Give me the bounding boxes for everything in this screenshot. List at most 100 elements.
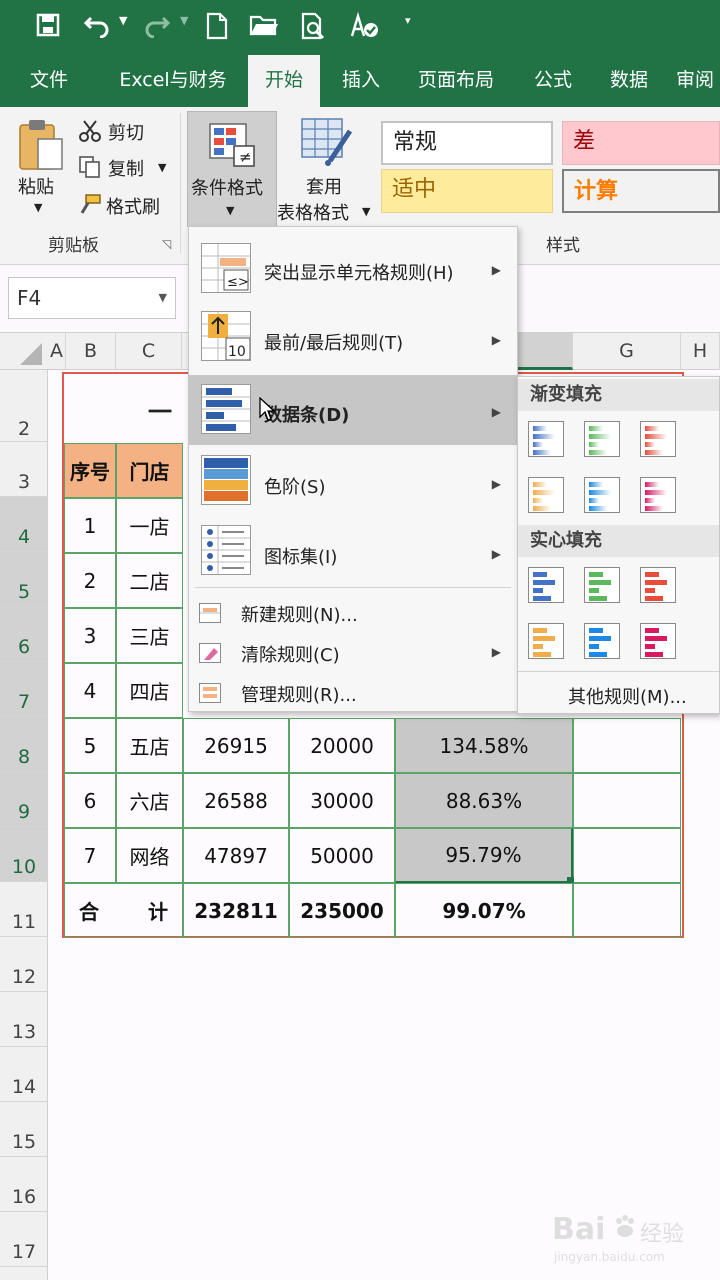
- menu-item-top-bottom-rules[interactable]: 10 最前/最后规则(T) ▶: [189, 303, 517, 373]
- total-target[interactable]: 235000: [289, 883, 395, 938]
- cell-index[interactable]: 1: [64, 498, 116, 553]
- cell-empty[interactable]: [573, 883, 681, 938]
- menu-item-new-rule[interactable]: 新建规则(N)...: [189, 593, 517, 633]
- paste-icon[interactable]: [16, 117, 66, 173]
- cell-completion-rate[interactable]: 134.58%: [395, 718, 573, 773]
- row-header[interactable]: 16: [0, 1157, 48, 1212]
- format-painter-button[interactable]: 格式刷: [106, 193, 160, 219]
- paste-dropdown-icon[interactable]: ▼: [34, 201, 42, 214]
- total-completion-rate[interactable]: 99.07%: [395, 883, 573, 938]
- solid-data-bar-option[interactable]: [640, 623, 676, 659]
- gradient-data-bar-option[interactable]: [640, 421, 676, 457]
- column-header-a[interactable]: A: [48, 333, 66, 370]
- tab-home[interactable]: 开始: [248, 55, 320, 107]
- row-header[interactable]: 11: [0, 882, 48, 937]
- name-box-dropdown-icon[interactable]: ▼: [159, 278, 167, 318]
- cell-store[interactable]: 三店: [116, 608, 183, 663]
- gradient-data-bar-option[interactable]: [528, 477, 564, 513]
- cell-empty[interactable]: [573, 718, 681, 773]
- column-header-h[interactable]: H: [681, 333, 720, 370]
- style-neutral[interactable]: 适中: [381, 169, 553, 213]
- paste-button[interactable]: 粘贴: [18, 173, 54, 199]
- row-header[interactable]: 15: [0, 1102, 48, 1157]
- gradient-data-bar-option[interactable]: [584, 421, 620, 457]
- menu-item-color-scales[interactable]: 色阶(S) ▶: [189, 447, 517, 517]
- cell-index[interactable]: 2: [64, 553, 116, 608]
- menu-item-data-bars[interactable]: 数据条(D) ▶: [189, 375, 517, 445]
- solid-data-bar-option[interactable]: [640, 567, 676, 603]
- spelling-check-icon[interactable]: [349, 11, 379, 42]
- solid-data-bar-option[interactable]: [528, 623, 564, 659]
- tab-data[interactable]: 数据: [596, 55, 662, 107]
- cell-empty[interactable]: [573, 773, 681, 828]
- style-bad[interactable]: 差: [562, 121, 720, 165]
- cell-actual[interactable]: 26915: [183, 718, 289, 773]
- menu-item-clear-rules[interactable]: 清除规则(C) ▶: [189, 633, 517, 673]
- column-header-b[interactable]: B: [66, 333, 116, 370]
- row-header[interactable]: 5: [0, 552, 48, 607]
- cell-completion-rate[interactable]: 88.63%: [395, 773, 573, 828]
- undo-dropdown-icon[interactable]: ▼: [119, 14, 127, 27]
- style-normal[interactable]: 常规: [381, 121, 553, 165]
- column-header-f[interactable]: [518, 333, 573, 370]
- menu-item-manage-rules[interactable]: 管理规则(R)...: [189, 673, 517, 713]
- column-header-g[interactable]: G: [573, 333, 681, 370]
- row-header[interactable]: 10: [0, 827, 48, 882]
- cell-index[interactable]: 4: [64, 663, 116, 718]
- gradient-data-bar-option[interactable]: [528, 421, 564, 457]
- tab-review[interactable]: 审阅: [676, 55, 720, 107]
- row-header[interactable]: 2: [0, 370, 48, 442]
- solid-data-bar-option[interactable]: [584, 567, 620, 603]
- cell-store[interactable]: 五店: [116, 718, 183, 773]
- cell-completion-rate[interactable]: 95.79%: [395, 828, 573, 883]
- row-header[interactable]: 14: [0, 1047, 48, 1102]
- undo-icon[interactable]: [82, 12, 112, 42]
- row-header[interactable]: 4: [0, 497, 48, 552]
- solid-data-bar-option[interactable]: [528, 567, 564, 603]
- row-header[interactable]: 8: [0, 717, 48, 772]
- new-document-icon[interactable]: [202, 12, 232, 42]
- format-as-table-dropdown-icon[interactable]: ▼: [362, 205, 370, 218]
- row-header[interactable]: 17: [0, 1212, 48, 1267]
- copy-button[interactable]: 复制: [108, 155, 144, 181]
- cell-index[interactable]: 7: [64, 828, 116, 883]
- row-header[interactable]: 7: [0, 662, 48, 717]
- format-as-table-button[interactable]: 表格格式: [277, 199, 349, 225]
- menu-item-highlight-cells-rules[interactable]: ≤> 突出显示单元格规则(H) ▶: [189, 233, 517, 303]
- tab-file[interactable]: 文件: [14, 55, 84, 107]
- cell-store[interactable]: 六店: [116, 773, 183, 828]
- total-actual[interactable]: 232811: [183, 883, 289, 938]
- cell-target[interactable]: 50000: [289, 828, 395, 883]
- copy-dropdown-icon[interactable]: ▼: [158, 161, 166, 174]
- cut-button[interactable]: 剪切: [108, 119, 144, 145]
- row-header[interactable]: 6: [0, 607, 48, 662]
- customize-toolbar-icon[interactable]: ▾: [405, 14, 411, 27]
- conditional-format-button[interactable]: ≠ 条件格式 ▼: [187, 111, 277, 227]
- cell-actual[interactable]: 26588: [183, 773, 289, 828]
- tab-insert[interactable]: 插入: [328, 55, 394, 107]
- cell-target[interactable]: 30000: [289, 773, 395, 828]
- save-icon[interactable]: [33, 12, 63, 42]
- name-box[interactable]: F4 ▼: [8, 277, 176, 319]
- header-cell-store[interactable]: 门店: [116, 443, 183, 498]
- gradient-data-bar-option[interactable]: [584, 477, 620, 513]
- more-rules-item[interactable]: 其他规则(M)...: [568, 683, 687, 709]
- row-header[interactable]: 12: [0, 937, 48, 992]
- cell-store[interactable]: 一店: [116, 498, 183, 553]
- cell-empty[interactable]: [573, 828, 681, 883]
- header-cell-index[interactable]: 序号: [64, 443, 116, 498]
- cell-index[interactable]: 6: [64, 773, 116, 828]
- cell-actual[interactable]: 47897: [183, 828, 289, 883]
- table-format-label-1[interactable]: 套用: [306, 173, 342, 199]
- cell-store[interactable]: 四店: [116, 663, 183, 718]
- clipboard-launcher-icon[interactable]: ◹: [162, 237, 171, 251]
- select-all-icon[interactable]: [20, 343, 42, 365]
- total-label[interactable]: 合 计: [64, 883, 183, 938]
- cell-target[interactable]: 20000: [289, 718, 395, 773]
- column-header-c[interactable]: C: [116, 333, 182, 370]
- row-header[interactable]: 13: [0, 992, 48, 1047]
- print-preview-icon[interactable]: [299, 12, 329, 42]
- row-header[interactable]: 9: [0, 772, 48, 827]
- cell-index[interactable]: 3: [64, 608, 116, 663]
- cell-index[interactable]: 5: [64, 718, 116, 773]
